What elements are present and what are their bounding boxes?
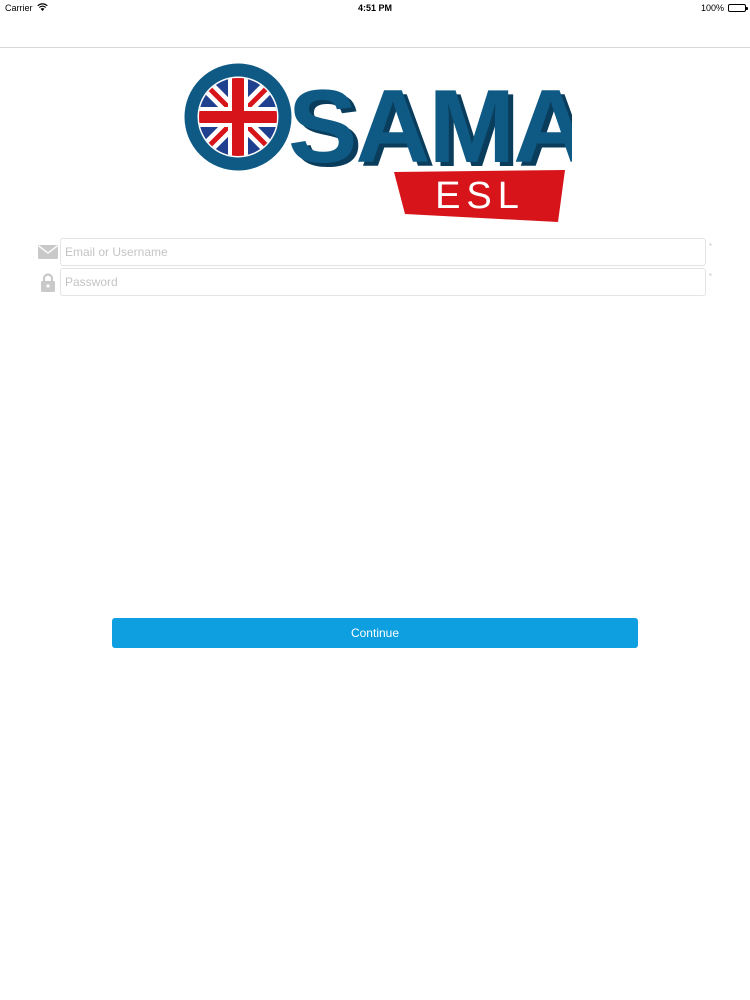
battery-icon <box>728 4 748 12</box>
envelope-icon <box>38 243 58 261</box>
navigation-bar <box>0 16 750 48</box>
union-jack-icon <box>199 78 277 156</box>
osama-esl-logo: ESL SAMA SAMA <box>184 63 572 222</box>
password-row: * <box>36 268 712 296</box>
status-right: 100% <box>700 3 748 13</box>
lock-icon <box>38 272 58 292</box>
password-field[interactable] <box>60 268 706 296</box>
battery-percent: 100% <box>700 3 724 13</box>
email-required-mark: * <box>708 242 712 251</box>
logo-word: SAMA <box>288 69 572 185</box>
status-bar: Carrier 4:51 PM 100% <box>0 0 750 16</box>
continue-button[interactable]: Continue <box>112 618 638 648</box>
status-time: 4:51 PM <box>357 3 392 13</box>
email-field[interactable] <box>60 238 706 266</box>
email-row: * <box>36 238 712 266</box>
password-required-mark: * <box>708 272 712 281</box>
